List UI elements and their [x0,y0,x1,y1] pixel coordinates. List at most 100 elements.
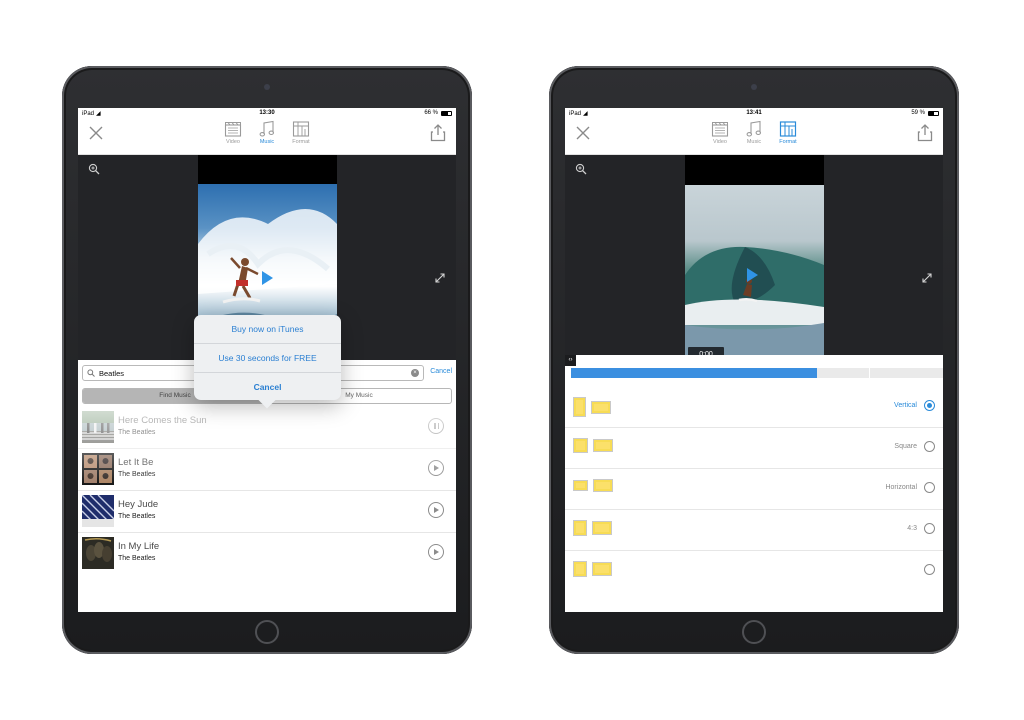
purchase-popover: Buy now on iTunes Use 30 seconds for FRE… [194,315,341,409]
screen-left: iPad ◢ 13:30 66 % Video Music Format Bea… [78,108,456,612]
square-preview-thumb [573,438,588,453]
barrel-wave-video-frame[interactable]: 0:00 [685,185,824,371]
close-icon[interactable] [575,125,591,141]
album-cover-rubber-soul [82,537,114,569]
tab-video[interactable]: Video [220,120,246,145]
front-camera [264,84,270,90]
tab-bar: Video Music Format [707,120,801,145]
tab-music-label: Music [259,139,275,145]
music-note-icon [746,120,762,137]
album-cover-let-it-be [82,453,114,485]
tab-bar: Video Music Format [220,120,314,145]
radio-unselected[interactable] [924,482,935,493]
song-row[interactable]: Here Comes the Sun The Beatles [78,407,456,449]
tab-video[interactable]: Video [707,120,733,145]
battery-icon [441,111,452,116]
song-artist: The Beatles [118,429,156,436]
clapperboard-icon [711,122,729,137]
format-label: Square [894,443,917,450]
ipad-right: iPad ◢ 13:41 59 % Video Music Format ‹› … [549,66,959,654]
horizontal-preview-thumb-alt [593,479,613,492]
song-title: Let It Be [118,457,154,468]
song-title: Here Comes the Sun [118,415,207,426]
tab-format[interactable]: Format [775,120,801,145]
home-button[interactable] [742,620,766,644]
ipad-left: iPad ◢ 13:30 66 % Video Music Format Bea… [62,66,472,654]
pause-button[interactable] [428,418,444,434]
format-option-vertical[interactable]: Vertical [565,387,943,428]
song-artist: The Beatles [118,555,156,562]
play-icon[interactable] [262,271,273,285]
search-value: Beatles [99,369,125,378]
song-title: Hey Jude [118,499,159,510]
music-note-icon [259,120,275,137]
play-button[interactable] [428,460,444,476]
popover-cancel-option[interactable]: Cancel [194,373,341,401]
timeline-track[interactable] [571,368,943,378]
format-option-partial[interactable] [565,551,943,591]
tab-music[interactable]: Music [254,120,280,145]
trim-handle-icon[interactable]: ‹› [565,355,576,366]
song-list: Here Comes the Sun The Beatles Let It Be… [78,407,456,574]
format-grid-icon [779,121,797,137]
radio-unselected[interactable] [924,564,935,575]
tab-music[interactable]: Music [741,120,767,145]
battery-percent: 66 % [424,110,438,116]
share-icon[interactable] [430,124,446,142]
share-icon[interactable] [917,124,933,142]
radio-unselected[interactable] [924,441,935,452]
play-button[interactable] [428,502,444,518]
tab-music-label: Music [746,139,762,145]
format-option-4-3[interactable]: 4:3 [565,510,943,551]
album-cover-hey-jude [82,495,114,527]
expand-icon[interactable] [434,272,446,284]
timeline-scrubber[interactable]: ‹› [565,355,943,379]
expand-icon[interactable] [921,272,933,284]
radio-selected[interactable] [924,400,935,411]
status-time: 13:30 [259,110,275,116]
battery-icon [928,111,939,116]
status-time: 13:41 [746,110,762,116]
format-label: 4:3 [907,525,917,532]
zoom-icon[interactable] [575,163,587,175]
horizontal-preview-thumb [573,480,588,491]
next-preview-thumb-alt [592,562,612,576]
format-label: Vertical [894,402,917,409]
front-camera [751,84,757,90]
next-preview-thumb [573,561,587,577]
song-row[interactable]: Hey Jude The Beatles [78,491,456,533]
album-cover-abbey-road [82,411,114,443]
radio-unselected[interactable] [924,523,935,534]
tab-format-label: Format [292,139,310,145]
square-preview-thumb-alt [593,439,613,452]
use-30-seconds-option[interactable]: Use 30 seconds for FREE [194,344,341,373]
song-row[interactable]: In My Life The Beatles [78,533,456,574]
video-player: 0:00 [565,155,943,371]
search-icon [87,369,95,377]
format-label: Horizontal [885,484,917,491]
zoom-icon[interactable] [88,163,100,175]
clapperboard-icon [224,122,242,137]
buy-itunes-option[interactable]: Buy now on iTunes [194,315,341,344]
clear-search-icon[interactable]: × [411,369,419,377]
home-button[interactable] [255,620,279,644]
four-three-preview-thumb-alt [592,521,612,535]
play-button[interactable] [428,544,444,560]
play-icon[interactable] [747,268,758,282]
vertical-preview-thumb [573,397,586,417]
screen-right: iPad ◢ 13:41 59 % Video Music Format ‹› … [565,108,943,612]
tab-format[interactable]: Format [288,120,314,145]
song-row[interactable]: Let It Be The Beatles [78,449,456,491]
close-icon[interactable] [88,125,104,141]
tab-format-label: Format [779,139,797,145]
format-option-horizontal[interactable]: Horizontal [565,469,943,510]
top-toolbar: Video Music Format [78,120,456,155]
song-title: In My Life [118,541,160,552]
battery-percent: 59 % [911,110,925,116]
format-option-square[interactable]: Square [565,428,943,469]
format-grid-icon [292,121,310,137]
vertical-preview-thumb-alt [591,400,611,414]
status-bar: iPad ◢ 13:30 66 % [78,108,456,120]
format-options-list: Vertical Square Horizontal 4:3 [565,387,943,591]
search-cancel-button[interactable]: Cancel [430,368,452,375]
